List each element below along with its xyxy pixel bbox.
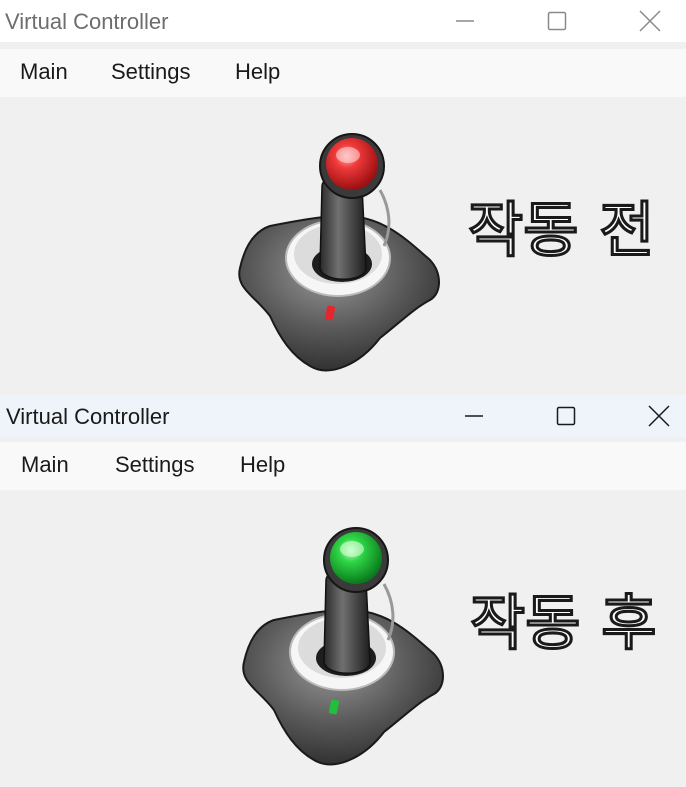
maximize-icon (556, 406, 576, 426)
window-title: Virtual Controller (5, 9, 169, 34)
status-label: 작동 후 (470, 588, 657, 658)
menu-help[interactable]: Help (240, 452, 285, 478)
close-button[interactable] (627, 0, 673, 42)
menu-main[interactable]: Main (21, 452, 69, 478)
close-icon (639, 10, 661, 32)
window-after: Virtual Controller Main Settings Help 작동… (0, 395, 686, 787)
minimize-button[interactable] (442, 0, 488, 42)
window-before: Virtual Controller Main Settings Help 작동… (0, 0, 686, 395)
title-bar[interactable]: Virtual Controller (0, 0, 686, 42)
minimize-button[interactable] (451, 395, 497, 437)
menu-bar: Main Settings Help (0, 49, 686, 97)
status-label-text: 작동 전 (468, 196, 655, 265)
window-title: Virtual Controller (6, 404, 170, 429)
minimize-icon (465, 415, 483, 417)
close-button[interactable] (636, 395, 682, 437)
status-label: 작동 전 (468, 195, 655, 265)
close-icon (648, 405, 670, 427)
menu-help[interactable]: Help (235, 59, 280, 85)
joystick-icon (242, 527, 444, 766)
menu-settings[interactable]: Settings (111, 59, 191, 85)
maximize-button[interactable] (534, 0, 580, 42)
status-label-text: 작동 후 (470, 589, 657, 658)
menu-bar: Main Settings Help (0, 442, 686, 490)
maximize-icon (547, 11, 567, 31)
title-bar[interactable]: Virtual Controller (0, 395, 686, 437)
menu-settings[interactable]: Settings (115, 452, 195, 478)
menu-main[interactable]: Main (20, 59, 68, 85)
minimize-icon (456, 20, 474, 22)
joystick-icon (238, 133, 440, 372)
maximize-button[interactable] (543, 395, 589, 437)
